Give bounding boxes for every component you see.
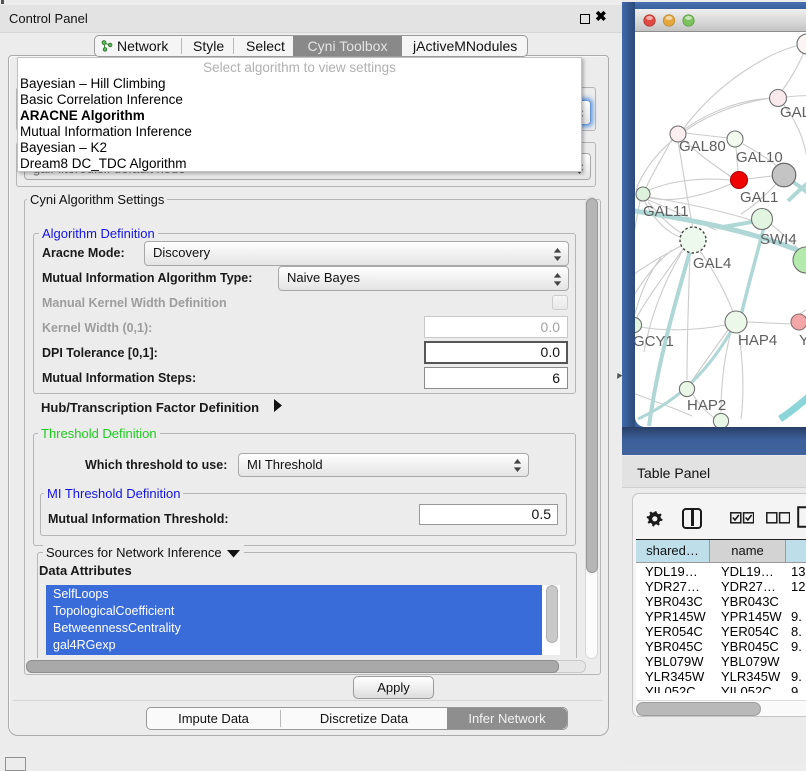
- svg-text:GAL2: GAL2: [780, 104, 806, 121]
- svg-text:SWI4: SWI4: [760, 231, 797, 248]
- svg-text:GAL1: GAL1: [740, 189, 778, 206]
- svg-text:GAL80: GAL80: [679, 138, 726, 155]
- svg-text:GCY1: GCY1: [635, 333, 674, 350]
- svg-text:HAP4: HAP4: [738, 332, 777, 349]
- svg-text:GAL11: GAL11: [643, 203, 689, 220]
- svg-text:Y: Y: [799, 332, 806, 349]
- svg-text:GAL10: GAL10: [736, 149, 783, 166]
- svg-text:GAL4: GAL4: [693, 255, 731, 272]
- svg-text:HAP2: HAP2: [687, 397, 726, 414]
